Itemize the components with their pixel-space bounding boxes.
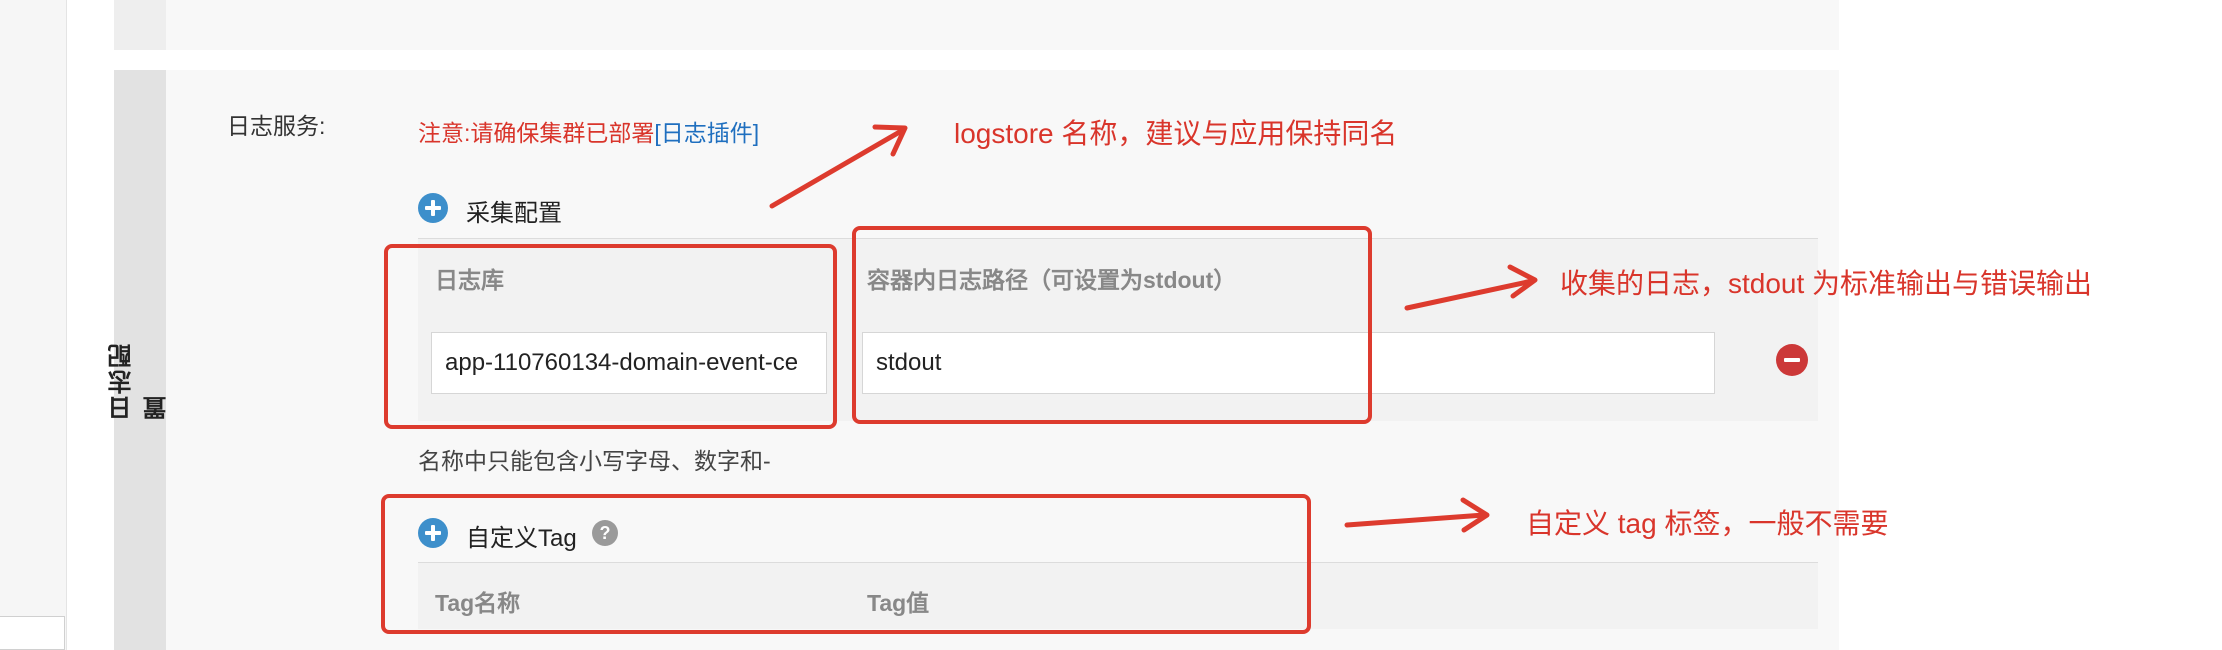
annotation-arrows [769, 124, 1538, 533]
arrow-line-tag [1344, 512, 1487, 528]
arrow-line-logstore [769, 127, 906, 209]
annotation-tag: 自定义 tag 标签，一般不需要 [1526, 508, 1889, 539]
annotation-path: 收集的日志，stdout 为标准输出与错误输出 [1560, 268, 2093, 299]
annotation-logstore: logstore 名称，建议与应用保持同名 [954, 118, 1398, 149]
